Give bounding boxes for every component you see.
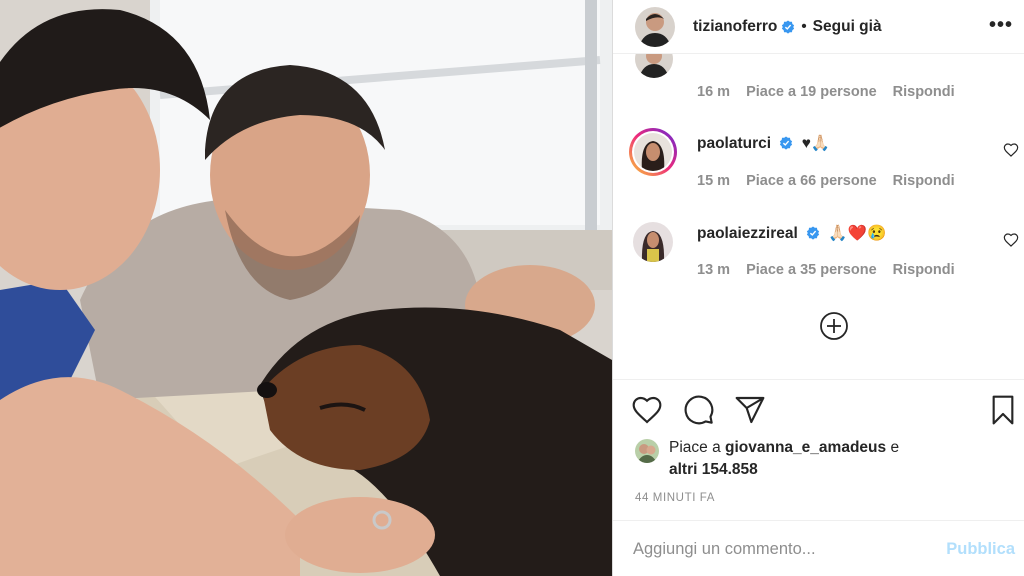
publish-button[interactable]: Pubblica — [946, 540, 1015, 559]
reply-link[interactable]: Rispondi — [893, 173, 955, 189]
comment-line: paolaiezzireal 🙏🏻❤️😢 — [697, 224, 886, 243]
post-timestamp[interactable]: 44 MINUTI FA — [635, 492, 715, 504]
reply-link[interactable]: Rispondi — [893, 84, 955, 100]
comment-meta: 13 m Piace a 35 persone Rispondi — [697, 262, 955, 278]
liker-avatar — [635, 439, 659, 463]
comment-text: ♥🙏🏻 — [801, 135, 831, 152]
comment-likes[interactable]: Piace a 66 persone — [746, 173, 877, 189]
verified-badge-icon — [782, 19, 795, 34]
more-options-icon[interactable]: ••• — [989, 14, 1013, 37]
separator-dot: • — [801, 18, 807, 35]
verified-badge-icon — [806, 226, 820, 240]
comment-meta: 16 m Piace a 19 persone Rispondi — [697, 84, 955, 100]
comment-icon[interactable] — [683, 394, 715, 426]
verified-badge-icon — [780, 136, 793, 150]
author-username[interactable]: tizianoferro — [693, 18, 777, 36]
photo-illustration — [0, 0, 612, 576]
comment-time: 15 m — [697, 173, 731, 189]
reply-link[interactable]: Rispondi — [893, 262, 955, 278]
comment-avatar[interactable] — [629, 128, 677, 176]
heart-icon[interactable] — [1003, 142, 1019, 158]
likes-text: Piace a giovanna_e_amadeus e altri 154.8… — [669, 437, 969, 481]
liker-username[interactable]: giovanna_e_amadeus — [725, 439, 886, 456]
post-photo[interactable] — [0, 0, 612, 576]
comment-username[interactable]: paolaturci — [697, 135, 771, 152]
comment-meta: 15 m Piace a 66 persone Rispondi — [697, 173, 955, 189]
add-comment-bar: Aggiungi un commento... Pubblica — [613, 520, 1024, 576]
comment-line: paolaturci ♥🙏🏻 — [697, 134, 830, 153]
likes-conjunction: e — [890, 439, 900, 456]
bookmark-icon[interactable] — [987, 394, 1019, 426]
post-actions: Piace a giovanna_e_amadeus e altri 154.8… — [613, 379, 1024, 576]
heart-icon[interactable] — [1003, 232, 1019, 248]
comment-input[interactable]: Aggiungi un commento... — [633, 540, 946, 559]
comment-time: 16 m — [697, 84, 731, 100]
comment-avatar[interactable] — [635, 54, 673, 78]
comment-time: 13 m — [697, 262, 731, 278]
comment-avatar[interactable] — [629, 218, 677, 266]
comment-likes[interactable]: Piace a 35 persone — [746, 262, 877, 278]
post-sidebar: tizianoferro • Segui già ••• 16 m Piace … — [612, 0, 1024, 576]
likes-prefix: Piace a — [669, 439, 721, 456]
follow-status[interactable]: Segui già — [813, 18, 882, 36]
add-circle-icon[interactable] — [819, 311, 849, 341]
post-header: tizianoferro • Segui già ••• — [613, 0, 1024, 54]
comment-username[interactable]: paolaiezzireal — [697, 225, 798, 242]
heart-icon[interactable] — [631, 394, 663, 426]
share-icon[interactable] — [734, 394, 766, 426]
comments-list[interactable]: 16 m Piace a 19 persone Rispondi paolatu… — [613, 54, 1024, 379]
comment-text: 🙏🏻❤️😢 — [828, 225, 887, 242]
comment-likes[interactable]: Piace a 19 persone — [746, 84, 877, 100]
likes-summary[interactable]: Piace a giovanna_e_amadeus e altri 154.8… — [635, 437, 969, 481]
likes-others-count[interactable]: altri 154.858 — [669, 461, 758, 478]
author-avatar[interactable] — [635, 6, 675, 47]
